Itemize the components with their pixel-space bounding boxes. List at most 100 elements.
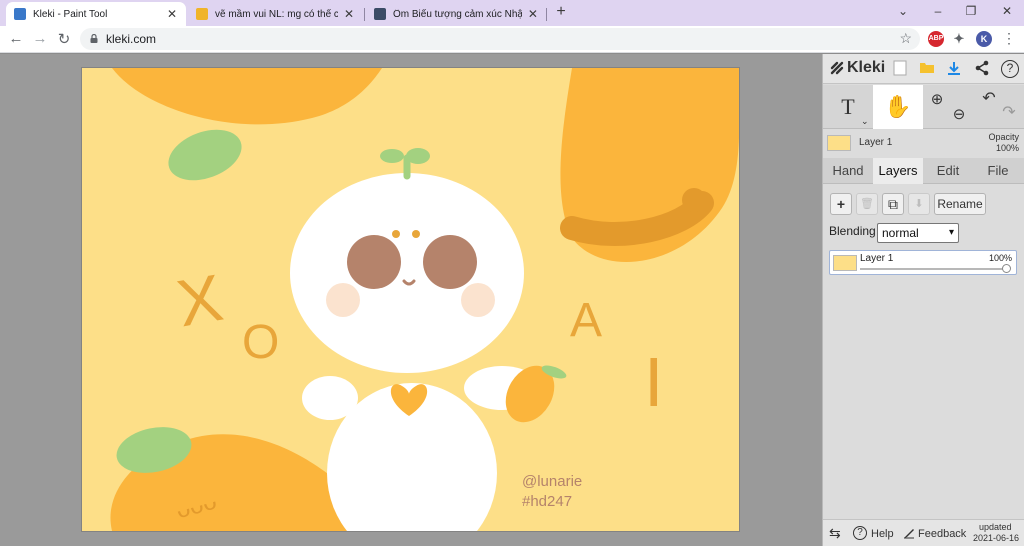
tab-kleki[interactable]: Kleki - Paint Tool ✕ — [6, 2, 186, 26]
open-folder-icon[interactable] — [918, 60, 936, 78]
updated-label: updated — [979, 522, 1012, 532]
tab-title: vẽ mầm vui NL: mg có thể chúc mừng — [215, 8, 338, 20]
share-icon[interactable] — [973, 60, 991, 78]
chrome-menu-icon[interactable]: ⋮ — [1000, 30, 1018, 47]
download-icon[interactable] — [945, 60, 963, 78]
profile-avatar[interactable]: K — [976, 31, 992, 47]
sprout-leaf-right — [406, 148, 430, 164]
letter-x: X — [172, 260, 228, 341]
add-layer-button[interactable]: + — [830, 193, 852, 215]
puzzle-icon[interactable]: ✦ — [951, 31, 967, 47]
kleki-side-panel: Kleki ? T ⌄ ✋ ⊕ ⊖ ↶ ↷ Layer 1 Opacity 10… — [822, 54, 1024, 546]
tab-title: Ôm Biểu tượng cảm xúc Nhật Bản — [393, 8, 522, 20]
feedback-icon — [904, 529, 914, 539]
text-tool-button[interactable]: T ⌄ — [823, 85, 873, 129]
brow-right — [412, 230, 420, 238]
merge-layer-button[interactable]: ⬇ — [908, 193, 930, 215]
help-link[interactable]: Help — [871, 528, 894, 540]
kleki-favicon-icon — [14, 8, 26, 20]
mango-top-left — [112, 68, 382, 125]
canvas-artwork: X O A I ᵕᵕᵕ @lunarie #hd247 — [110, 68, 739, 531]
bookmark-star-icon[interactable]: ☆ — [899, 30, 912, 47]
work-area[interactable]: X O A I ᵕᵕᵕ @lunarie #hd247 — [0, 54, 822, 546]
kleki-logo[interactable]: Kleki — [829, 59, 885, 77]
letter-o: O — [242, 316, 279, 369]
close-tab-icon[interactable]: ✕ — [344, 7, 354, 21]
lock-icon — [90, 34, 98, 43]
close-window-button[interactable]: ✕ — [999, 4, 1015, 18]
opacity-value: 100% — [995, 143, 1019, 153]
rename-button[interactable]: Rename — [934, 193, 986, 215]
help-circle-icon[interactable]: ? — [853, 526, 867, 540]
tab-file[interactable]: File — [973, 158, 1023, 184]
minimize-button[interactable]: – — [930, 4, 946, 18]
drawing-canvas[interactable]: X O A I ᵕᵕᵕ @lunarie #hd247 — [82, 68, 739, 531]
tool-bar: T ⌄ ✋ ⊕ ⊖ ↶ ↷ — [823, 85, 1024, 129]
character-arm-left — [302, 376, 358, 420]
eye-right — [423, 235, 477, 289]
leaf-top-left — [168, 129, 242, 181]
swap-side-icon[interactable]: ⇆ — [829, 525, 841, 542]
emoji-favicon-icon — [374, 8, 386, 20]
reload-button[interactable]: ↻ — [55, 30, 73, 48]
duplicate-layer-button[interactable]: ⧉ — [882, 193, 904, 215]
tab-strip: Kleki - Paint Tool ✕ vẽ mầm vui NL: mg c… — [0, 0, 1024, 26]
sprout-leaf-left — [380, 149, 404, 163]
layer-opacity-slider[interactable] — [860, 268, 1010, 270]
logo-text: Kleki — [847, 59, 886, 76]
active-layer-name: Layer 1 — [859, 137, 893, 148]
updated-date: 2021-06-16 — [973, 533, 1020, 543]
toolbar: ← → ↻ kleki.com ☆ ABP ✦ K ⋮ — [0, 26, 1024, 53]
eye-left — [347, 235, 401, 289]
delete-layer-button[interactable]: 🗑 — [856, 193, 878, 215]
layer-opacity: 100% — [988, 253, 1012, 263]
brow-left — [392, 230, 400, 238]
undo-icon[interactable]: ↶ — [979, 89, 999, 133]
cheek-right — [461, 283, 495, 317]
chevron-down-icon: ▾ — [948, 227, 954, 238]
blending-select[interactable]: normal ▾ — [877, 223, 959, 243]
hand-tool-button[interactable]: ✋ — [873, 85, 923, 129]
address-bar[interactable]: kleki.com ☆ — [80, 28, 920, 50]
feedback-link[interactable]: Feedback — [918, 528, 966, 540]
adblock-icon[interactable]: ABP — [928, 31, 944, 47]
watermark-handle: @lunarie — [522, 473, 582, 490]
kleki-logo-icon — [830, 61, 844, 75]
tab-om-bieu-tuong[interactable]: Ôm Biểu tượng cảm xúc Nhật Bản ✕ — [366, 2, 546, 26]
tab-title: Kleki - Paint Tool — [33, 8, 108, 20]
restore-button[interactable]: ❐ — [963, 4, 979, 18]
close-tab-icon[interactable]: ✕ — [528, 7, 538, 21]
active-layer-info: Layer 1 Opacity 100% — [823, 130, 1024, 158]
panel-footer: ⇆ ? Help Feedback updated 2021-06-16 — [823, 519, 1024, 546]
panel-header: Kleki ? — [823, 54, 1024, 84]
layer-list-item[interactable]: Layer 1 100% — [829, 250, 1017, 275]
close-tab-icon[interactable]: ✕ — [166, 7, 178, 21]
forward-button[interactable]: → — [31, 30, 49, 47]
character-head — [290, 173, 524, 373]
url-text[interactable]: kleki.com — [106, 32, 156, 46]
doc-favicon-icon — [196, 8, 208, 20]
tab-hand[interactable]: Hand — [823, 158, 873, 184]
new-tab-button[interactable]: + — [552, 3, 570, 21]
watermark-tag: #hd247 — [522, 493, 572, 510]
tab-divider — [364, 8, 365, 21]
letter-a: A — [570, 294, 602, 347]
blending-label: Blending — [829, 224, 876, 238]
tab-divider — [546, 8, 547, 21]
layer-actions: + 🗑 ⧉ ⬇ Rename — [823, 191, 1024, 217]
zoom-in-icon[interactable]: ⊕ — [927, 90, 947, 134]
back-button[interactable]: ← — [7, 30, 25, 47]
layer-thumbnail — [833, 255, 857, 271]
tab-layers[interactable]: Layers — [873, 158, 923, 184]
layer-opacity-handle[interactable] — [1002, 264, 1011, 273]
cheek-left — [326, 283, 360, 317]
new-image-icon[interactable] — [891, 60, 909, 78]
tab-ve-mam-vui[interactable]: vẽ mầm vui NL: mg có thể chúc mừng ✕ — [188, 2, 362, 26]
opacity-label: Opacity — [988, 132, 1019, 142]
mango-dot — [682, 188, 706, 212]
tab-edit[interactable]: Edit — [923, 158, 973, 184]
layer-name: Layer 1 — [860, 253, 894, 264]
tab-search-icon[interactable]: ⌄ — [895, 4, 911, 18]
active-layer-thumbnail — [827, 135, 851, 151]
help-icon[interactable]: ? — [1001, 60, 1019, 78]
